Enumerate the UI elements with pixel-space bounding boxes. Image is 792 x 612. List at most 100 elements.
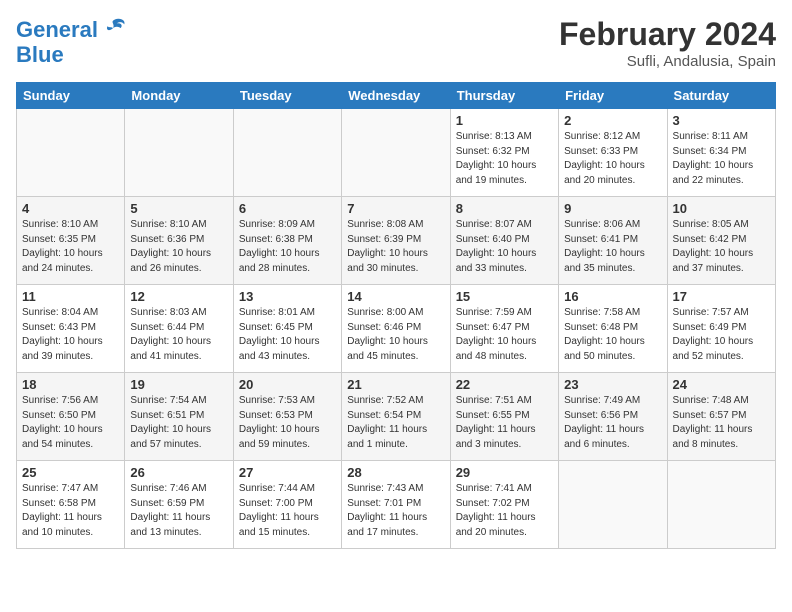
day-number: 23 <box>564 377 661 392</box>
calendar-cell: 27 Sunrise: 7:44 AMSunset: 7:00 PMDayligh… <box>233 461 341 549</box>
day-info: Sunrise: 7:53 AMSunset: 6:53 PMDaylight:… <box>239 394 336 452</box>
day-info: Sunrise: 7:59 AMSunset: 6:47 PMDaylight:… <box>456 306 553 364</box>
day-number: 15 <box>456 289 553 304</box>
day-info: Sunrise: 7:46 AMSunset: 6:59 PMDaylight:… <box>130 482 227 540</box>
day-info: Sunrise: 7:49 AMSunset: 6:56 PMDaylight:… <box>564 394 661 452</box>
calendar-cell: 7 Sunrise: 8:08 AMSunset: 6:39 PMDaylight… <box>342 197 450 285</box>
day-info: Sunrise: 7:43 AMSunset: 7:01 PMDaylight:… <box>347 482 444 540</box>
calendar-cell <box>559 461 667 549</box>
day-info: Sunrise: 8:04 AMSunset: 6:43 PMDaylight:… <box>22 306 119 364</box>
day-number: 14 <box>347 289 444 304</box>
title-block: February 2024 Sufli, Andalusia, Spain <box>559 16 776 70</box>
day-info: Sunrise: 8:08 AMSunset: 6:39 PMDaylight:… <box>347 218 444 276</box>
calendar-cell: 11 Sunrise: 8:04 AMSunset: 6:43 PMDayligh… <box>17 285 125 373</box>
day-info: Sunrise: 8:11 AMSunset: 6:34 PMDaylight:… <box>673 130 770 188</box>
calendar-cell: 17 Sunrise: 7:57 AMSunset: 6:49 PMDayligh… <box>667 285 775 373</box>
day-number: 26 <box>130 465 227 480</box>
calendar-cell <box>17 109 125 197</box>
day-info: Sunrise: 7:51 AMSunset: 6:55 PMDaylight:… <box>456 394 553 452</box>
day-info: Sunrise: 8:09 AMSunset: 6:38 PMDaylight:… <box>239 218 336 276</box>
weekday-header-row: SundayMondayTuesdayWednesdayThursdayFrid… <box>17 83 776 109</box>
day-info: Sunrise: 7:44 AMSunset: 7:00 PMDaylight:… <box>239 482 336 540</box>
weekday-header-friday: Friday <box>559 83 667 109</box>
calendar-cell: 10Sunrise: 8:05 AMSunset: 6:42 PMDayligh… <box>667 197 775 285</box>
calendar-week-row: 4 Sunrise: 8:10 AMSunset: 6:35 PMDaylight… <box>17 197 776 285</box>
day-info: Sunrise: 8:06 AMSunset: 6:41 PMDaylight:… <box>564 218 661 276</box>
day-number: 12 <box>130 289 227 304</box>
calendar-week-row: 1Sunrise: 8:13 AMSunset: 6:32 PMDaylight… <box>17 109 776 197</box>
calendar-cell: 14 Sunrise: 8:00 AMSunset: 6:46 PMDayligh… <box>342 285 450 373</box>
calendar-cell: 9Sunrise: 8:06 AMSunset: 6:41 PMDaylight… <box>559 197 667 285</box>
calendar-cell: 19Sunrise: 7:54 AMSunset: 6:51 PMDayligh… <box>125 373 233 461</box>
calendar-cell <box>667 461 775 549</box>
day-number: 19 <box>130 377 227 392</box>
day-number: 6 <box>239 201 336 216</box>
weekday-header-wednesday: Wednesday <box>342 83 450 109</box>
calendar-table: SundayMondayTuesdayWednesdayThursdayFrid… <box>16 82 776 549</box>
day-number: 17 <box>673 289 770 304</box>
logo: General Blue <box>16 16 128 66</box>
logo-blue-text: Blue <box>16 44 128 66</box>
day-info: Sunrise: 8:01 AMSunset: 6:45 PMDaylight:… <box>239 306 336 364</box>
calendar-cell: 2Sunrise: 8:12 AMSunset: 6:33 PMDaylight… <box>559 109 667 197</box>
day-info: Sunrise: 7:47 AMSunset: 6:58 PMDaylight:… <box>22 482 119 540</box>
day-number: 2 <box>564 113 661 128</box>
day-number: 1 <box>456 113 553 128</box>
calendar-cell <box>233 109 341 197</box>
logo-bird-icon <box>100 16 128 44</box>
day-number: 11 <box>22 289 119 304</box>
calendar-week-row: 25 Sunrise: 7:47 AMSunset: 6:58 PMDayligh… <box>17 461 776 549</box>
weekday-header-saturday: Saturday <box>667 83 775 109</box>
calendar-cell: 3 Sunrise: 8:11 AMSunset: 6:34 PMDaylight… <box>667 109 775 197</box>
calendar-cell: 24Sunrise: 7:48 AMSunset: 6:57 PMDayligh… <box>667 373 775 461</box>
day-info: Sunrise: 8:03 AMSunset: 6:44 PMDaylight:… <box>130 306 227 364</box>
weekday-header-tuesday: Tuesday <box>233 83 341 109</box>
calendar-cell: 18Sunrise: 7:56 AMSunset: 6:50 PMDayligh… <box>17 373 125 461</box>
weekday-header-thursday: Thursday <box>450 83 558 109</box>
day-info: Sunrise: 8:10 AMSunset: 6:35 PMDaylight:… <box>22 218 119 276</box>
day-number: 7 <box>347 201 444 216</box>
day-info: Sunrise: 8:00 AMSunset: 6:46 PMDaylight:… <box>347 306 444 364</box>
day-info: Sunrise: 7:58 AMSunset: 6:48 PMDaylight:… <box>564 306 661 364</box>
calendar-cell: 20 Sunrise: 7:53 AMSunset: 6:53 PMDayligh… <box>233 373 341 461</box>
day-number: 13 <box>239 289 336 304</box>
day-info: Sunrise: 7:57 AMSunset: 6:49 PMDaylight:… <box>673 306 770 364</box>
month-title: February 2024 <box>559 16 776 53</box>
day-number: 4 <box>22 201 119 216</box>
day-info: Sunrise: 8:07 AMSunset: 6:40 PMDaylight:… <box>456 218 553 276</box>
calendar-cell: 21Sunrise: 7:52 AMSunset: 6:54 PMDayligh… <box>342 373 450 461</box>
calendar-cell <box>125 109 233 197</box>
calendar-week-row: 18Sunrise: 7:56 AMSunset: 6:50 PMDayligh… <box>17 373 776 461</box>
calendar-cell: 16 Sunrise: 7:58 AMSunset: 6:48 PMDayligh… <box>559 285 667 373</box>
day-number: 3 <box>673 113 770 128</box>
calendar-cell: 8 Sunrise: 8:07 AMSunset: 6:40 PMDaylight… <box>450 197 558 285</box>
calendar-cell: 29Sunrise: 7:41 AMSunset: 7:02 PMDayligh… <box>450 461 558 549</box>
calendar-week-row: 11 Sunrise: 8:04 AMSunset: 6:43 PMDayligh… <box>17 285 776 373</box>
day-info: Sunrise: 7:52 AMSunset: 6:54 PMDaylight:… <box>347 394 444 452</box>
day-number: 24 <box>673 377 770 392</box>
day-number: 27 <box>239 465 336 480</box>
day-number: 25 <box>22 465 119 480</box>
calendar-cell: 12 Sunrise: 8:03 AMSunset: 6:44 PMDayligh… <box>125 285 233 373</box>
day-info: Sunrise: 7:56 AMSunset: 6:50 PMDaylight:… <box>22 394 119 452</box>
calendar-cell: 4 Sunrise: 8:10 AMSunset: 6:35 PMDaylight… <box>17 197 125 285</box>
calendar-cell: 6 Sunrise: 8:09 AMSunset: 6:38 PMDaylight… <box>233 197 341 285</box>
day-number: 28 <box>347 465 444 480</box>
day-number: 20 <box>239 377 336 392</box>
day-number: 10 <box>673 201 770 216</box>
calendar-cell: 1Sunrise: 8:13 AMSunset: 6:32 PMDaylight… <box>450 109 558 197</box>
weekday-header-sunday: Sunday <box>17 83 125 109</box>
day-number: 16 <box>564 289 661 304</box>
calendar-cell: 5Sunrise: 8:10 AMSunset: 6:36 PMDaylight… <box>125 197 233 285</box>
calendar-cell <box>342 109 450 197</box>
day-info: Sunrise: 7:41 AMSunset: 7:02 PMDaylight:… <box>456 482 553 540</box>
calendar-cell: 25 Sunrise: 7:47 AMSunset: 6:58 PMDayligh… <box>17 461 125 549</box>
calendar-cell: 26 Sunrise: 7:46 AMSunset: 6:59 PMDayligh… <box>125 461 233 549</box>
logo-text: General <box>16 18 98 42</box>
day-number: 5 <box>130 201 227 216</box>
calendar-cell: 15 Sunrise: 7:59 AMSunset: 6:47 PMDayligh… <box>450 285 558 373</box>
page-header: General Blue February 2024 Sufli, Andalu… <box>16 16 776 70</box>
calendar-cell: 22Sunrise: 7:51 AMSunset: 6:55 PMDayligh… <box>450 373 558 461</box>
day-number: 8 <box>456 201 553 216</box>
weekday-header-monday: Monday <box>125 83 233 109</box>
